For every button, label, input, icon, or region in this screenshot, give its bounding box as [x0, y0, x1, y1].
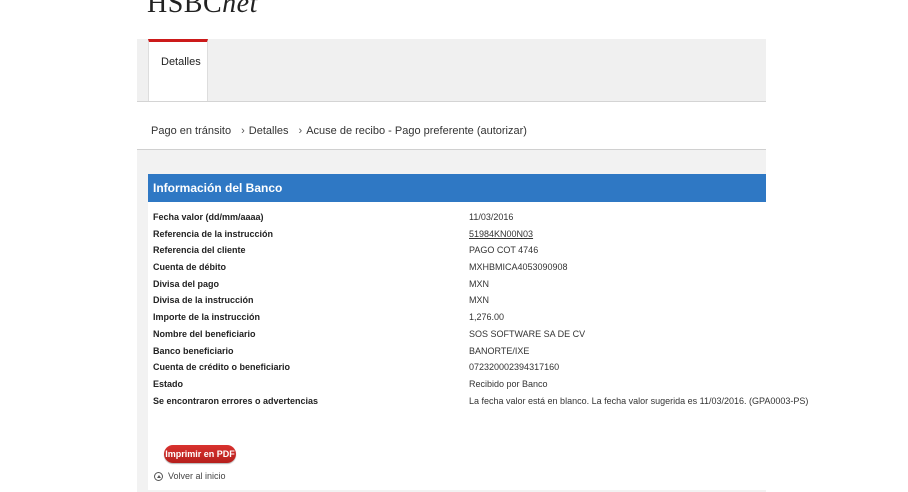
- panel-title: Información del Banco: [153, 181, 283, 195]
- detail-label: Referencia de la instrucción: [153, 228, 274, 239]
- print-pdf-button[interactable]: Imprimir en PDF: [164, 445, 236, 463]
- detail-row-divisa-instruccion: Divisa de la instrucción MXN: [153, 292, 763, 309]
- detail-list: Fecha valor (dd/mm/aaaa) 11/03/2016 Refe…: [153, 209, 808, 410]
- detail-row-referencia-instruccion: Referencia de la instrucción 51984KN00N0…: [153, 226, 763, 243]
- detail-row-banco-beneficiario: Banco beneficiario BANORTE/IXE: [153, 343, 763, 360]
- detail-label: Fecha valor (dd/mm/aaaa): [153, 212, 264, 222]
- detail-row-nombre-beneficiario: Nombre del beneficiario SOS SOFTWARE SA …: [153, 326, 763, 343]
- content-panel: Información del Banco Fecha valor (dd/mm…: [137, 149, 808, 492]
- detail-row-errores: Se encontraron errores o advertencias La…: [153, 393, 808, 410]
- logo-text-italic: net: [222, 0, 258, 19]
- breadcrumb-item-pago-en-transito[interactable]: Pago en tránsito: [151, 125, 231, 137]
- detail-row-divisa-pago: Divisa del pago MXN: [153, 276, 763, 293]
- breadcrumb-separator: ›: [241, 125, 245, 137]
- detail-value: MXN: [469, 295, 489, 306]
- detail-label: Importe de la instrucción: [153, 312, 261, 323]
- detail-value: Recibido por Banco: [469, 378, 548, 389]
- detail-value: SOS SOFTWARE SA DE CV: [469, 328, 586, 339]
- tab-bar: Detalles: [137, 39, 766, 102]
- breadcrumb: Pago en tránsito › Detalles › Acuse de recib…: [151, 125, 527, 137]
- bank-info-card: Información del Banco Fecha valor (dd/mm…: [148, 174, 808, 490]
- logo-text-bold: HSBC: [147, 0, 223, 19]
- back-to-start-label: Volver al inicio: [168, 471, 226, 481]
- detail-value: BANORTE/IXE: [469, 345, 530, 356]
- detail-row-referencia-cliente: Referencia del cliente PAGO COT 4746: [153, 242, 763, 259]
- detail-label: Se encontraron errores o advertencias: [153, 395, 319, 406]
- back-to-start-link[interactable]: Volver al inicio: [154, 471, 226, 481]
- panel-header: Información del Banco: [148, 174, 766, 202]
- detail-label: Estado: [153, 378, 184, 389]
- detail-value: La fecha valor está en blanco. La fecha …: [469, 395, 809, 406]
- detail-label: Referencia del cliente: [153, 245, 246, 256]
- detail-value: MXN: [469, 278, 489, 289]
- tab-detalles[interactable]: Detalles: [148, 39, 208, 101]
- breadcrumb-item-detalles[interactable]: Detalles: [249, 125, 289, 137]
- detail-row-estado: Estado Recibido por Banco: [153, 376, 763, 393]
- detail-label: Nombre del beneficiario: [153, 328, 256, 339]
- tab-detalles-label: Detalles: [161, 56, 201, 68]
- chevron-up-circle-icon: [154, 471, 163, 481]
- detail-row-cuenta-credito: Cuenta de crédito o beneficiario 0723200…: [153, 359, 763, 376]
- hsbcnet-logo: HSBCnet: [147, 0, 258, 18]
- breadcrumb-separator: ›: [298, 125, 303, 137]
- detail-label: Divisa de la instrucción: [153, 295, 254, 306]
- detail-label: Banco beneficiario: [153, 345, 234, 356]
- detail-label: Cuenta de débito: [153, 262, 227, 273]
- detail-value: MXHBMICA4053090908: [469, 262, 568, 273]
- breadcrumb-item-current: Acuse de recibo - Pago preferente (autor…: [306, 125, 527, 137]
- detail-value: 1,276.00: [469, 312, 505, 323]
- detail-row-importe: Importe de la instrucción 1,276.00: [153, 309, 763, 326]
- detail-label: Cuenta de crédito o beneficiario: [153, 362, 291, 373]
- detail-label: Divisa del pago: [153, 278, 220, 289]
- detail-row-cuenta-debito: Cuenta de débito MXHBMICA4053090908: [153, 259, 763, 276]
- instruction-reference-link[interactable]: 51984KN00N03: [469, 226, 533, 243]
- detail-value: 11/03/2016: [469, 212, 514, 222]
- detail-value: 072320002394317160: [469, 362, 560, 373]
- detail-row-fecha-valor: Fecha valor (dd/mm/aaaa) 11/03/2016: [153, 209, 763, 226]
- detail-value: PAGO COT 4746: [469, 245, 539, 256]
